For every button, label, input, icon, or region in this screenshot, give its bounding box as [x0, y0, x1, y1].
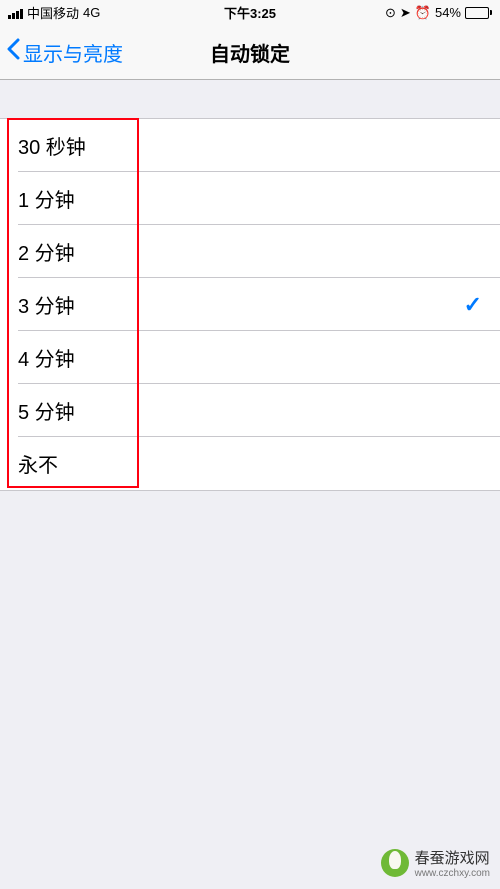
watermark-url: www.czchxy.com — [415, 868, 490, 879]
location-icon: ➤ — [400, 5, 411, 21]
status-left: 中国移动 4G — [8, 3, 100, 22]
option-never[interactable]: 永不 — [0, 437, 500, 490]
option-30s[interactable]: 30 秒钟 — [0, 119, 500, 172]
option-label: 1 分钟 — [18, 184, 75, 213]
carrier-label: 中国移动 — [27, 3, 79, 22]
clock-label: 下午3:25 — [224, 3, 276, 22]
option-label: 2 分钟 — [18, 237, 75, 266]
status-bar: 中国移动 4G 下午3:25 ⊙ ➤ ⏰ 54% — [0, 0, 500, 25]
network-label: 4G — [83, 5, 100, 20]
option-1min[interactable]: 1 分钟 — [0, 172, 500, 225]
watermark-logo-icon — [381, 849, 409, 877]
chevron-left-icon — [6, 38, 21, 66]
options-list: 30 秒钟 1 分钟 2 分钟 3 分钟 ✓ 4 分钟 5 分钟 永不 — [0, 118, 500, 491]
back-button[interactable]: 显示与亮度 — [0, 38, 129, 67]
battery-percent-label: 54% — [435, 5, 461, 20]
option-label: 30 秒钟 — [18, 131, 86, 160]
battery-icon — [465, 7, 492, 19]
option-label: 3 分钟 — [18, 290, 75, 319]
signal-bars-icon — [8, 7, 23, 19]
checkmark-icon: ✓ — [464, 292, 482, 318]
option-4min[interactable]: 4 分钟 — [0, 331, 500, 384]
watermark-title: 春蚕游戏网 — [415, 847, 490, 868]
option-2min[interactable]: 2 分钟 — [0, 225, 500, 278]
back-label: 显示与亮度 — [23, 38, 123, 67]
watermark: 春蚕游戏网 www.czchxy.com — [381, 847, 490, 879]
option-label: 永不 — [18, 449, 58, 478]
page-title: 自动锁定 — [210, 38, 290, 67]
status-right: ⊙ ➤ ⏰ 54% — [385, 5, 492, 21]
watermark-text-group: 春蚕游戏网 www.czchxy.com — [415, 847, 490, 879]
option-label: 4 分钟 — [18, 343, 75, 372]
rotation-lock-icon: ⊙ — [385, 5, 396, 21]
alarm-icon: ⏰ — [415, 5, 431, 21]
option-label: 5 分钟 — [18, 396, 75, 425]
option-3min[interactable]: 3 分钟 ✓ — [0, 278, 500, 331]
option-5min[interactable]: 5 分钟 — [0, 384, 500, 437]
content-area: 30 秒钟 1 分钟 2 分钟 3 分钟 ✓ 4 分钟 5 分钟 永不 — [0, 80, 500, 491]
navigation-bar: 显示与亮度 自动锁定 — [0, 25, 500, 80]
